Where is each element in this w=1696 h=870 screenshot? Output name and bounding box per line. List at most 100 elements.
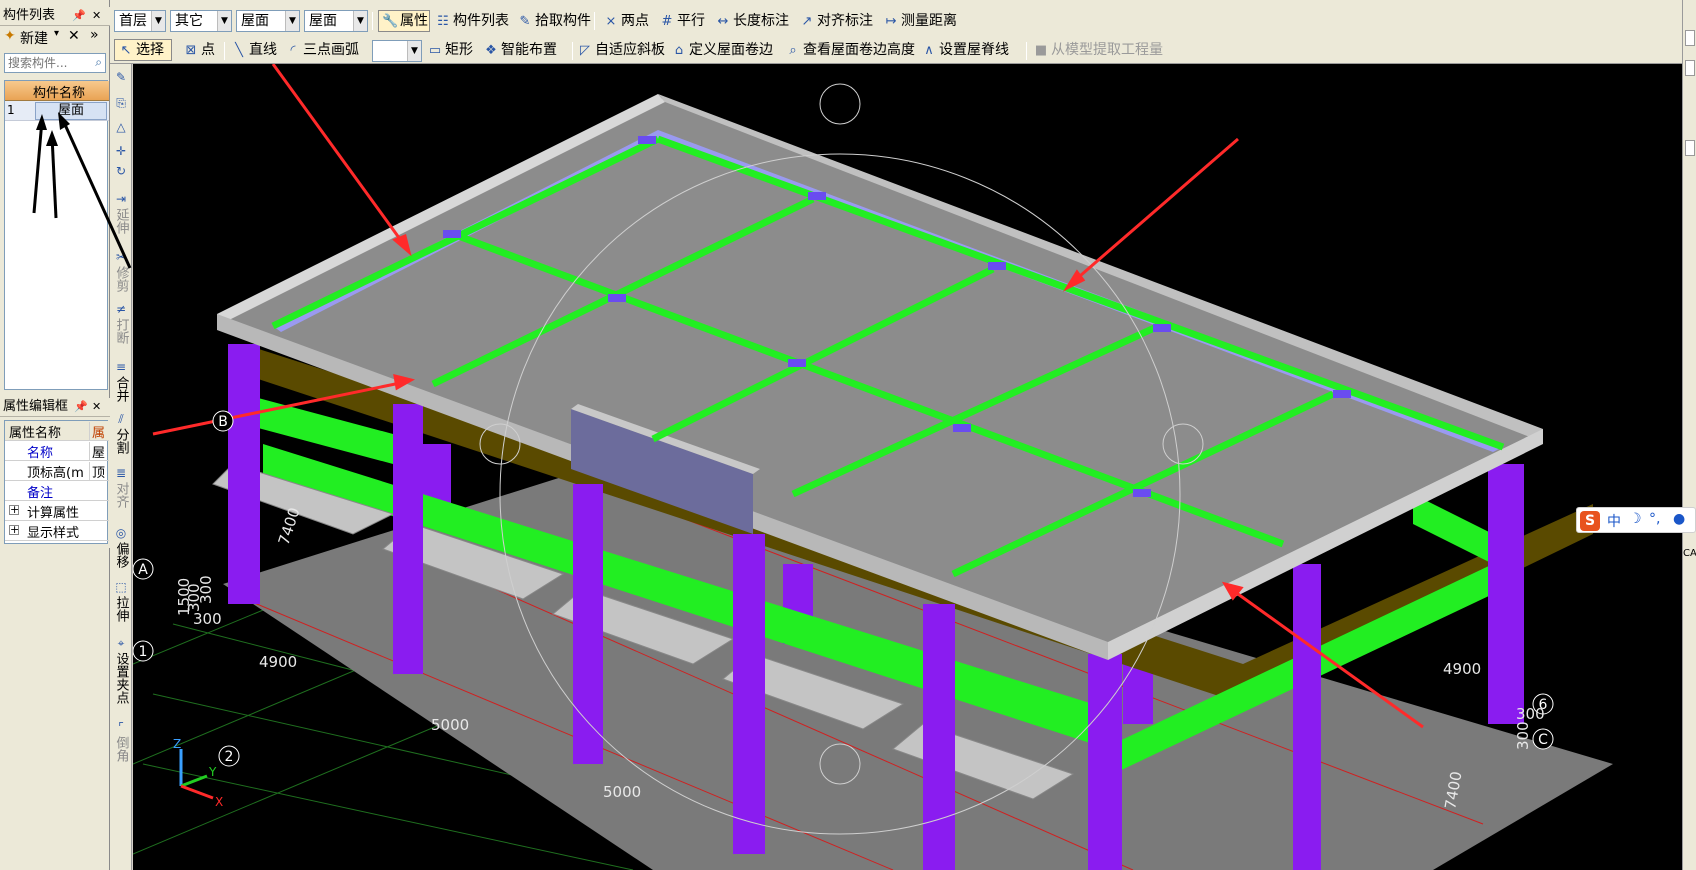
chevron-down-icon[interactable]: ▼ bbox=[285, 11, 299, 31]
punctuation-icon[interactable]: °, bbox=[1649, 511, 1660, 527]
define-roof-edge-button[interactable]: ⌂ 定义屋面卷边 bbox=[668, 39, 782, 61]
expand-icon[interactable]: + bbox=[9, 524, 19, 535]
arrow bbox=[271, 64, 407, 247]
toolbar-separator bbox=[372, 12, 373, 30]
measure-icon: ↦ bbox=[885, 14, 897, 29]
model-scene[interactable]: A 1 2 B 6 C 4900 5000 5000 7400 1500 300… bbox=[133, 64, 1682, 870]
property-key: 名称 bbox=[27, 446, 54, 461]
chevron-down-icon[interactable]: ▼ bbox=[151, 11, 165, 31]
column bbox=[393, 404, 423, 674]
pick-component-button[interactable]: ✎ 拾取构件 bbox=[514, 10, 594, 32]
align-dim-label: 对齐标注 bbox=[817, 13, 873, 29]
property-row-top-elevation[interactable]: 顶标高(m 顶 bbox=[5, 461, 109, 481]
property-row-name[interactable]: 名称 屋 bbox=[5, 441, 109, 461]
align-dimension-button[interactable]: ↗ 对齐标注 bbox=[796, 10, 880, 32]
length-dimension-button[interactable]: ↔ 长度标注 bbox=[712, 10, 796, 32]
floor-select[interactable]: 首层 ▼ bbox=[114, 10, 166, 32]
pin-icon[interactable]: 📌 bbox=[74, 398, 88, 416]
pin-icon[interactable]: 📌 bbox=[72, 7, 86, 25]
new-button[interactable]: 新建 bbox=[20, 28, 48, 48]
ucs-x-label: X bbox=[215, 795, 223, 809]
close-icon[interactable]: ✕ bbox=[92, 398, 101, 416]
3d-viewport[interactable]: A 1 2 B 6 C 4900 5000 5000 7400 1500 300… bbox=[133, 64, 1682, 870]
arc-label: 三点画弧 bbox=[303, 42, 359, 58]
moon-icon[interactable]: ☽ bbox=[1629, 511, 1642, 527]
new-dropdown-arrow-icon[interactable]: ▾ bbox=[54, 28, 59, 39]
rectangle-button[interactable]: ▭ 矩形 bbox=[424, 39, 478, 61]
properties-button[interactable]: 🔧 属性 bbox=[378, 10, 430, 32]
measure-distance-button[interactable]: ↦ 测量距离 bbox=[880, 10, 970, 32]
close-icon[interactable]: ✕ bbox=[92, 7, 101, 25]
ca-tab[interactable]: CA bbox=[1683, 548, 1696, 559]
parallel-button[interactable]: # 平行 bbox=[656, 10, 712, 32]
dock-tab[interactable] bbox=[1685, 60, 1695, 76]
type-select[interactable]: 其它 ▼ bbox=[170, 10, 232, 32]
brush-tool[interactable]: ✎ bbox=[110, 70, 132, 86]
property-value[interactable]: 顶 bbox=[89, 462, 109, 480]
ime-language-toggle[interactable]: 中 bbox=[1607, 511, 1621, 531]
align-icon: ≣ bbox=[115, 466, 127, 480]
ucs-y-label: Y bbox=[208, 765, 217, 779]
set-ridge-line-button[interactable]: ∧ 设置屋脊线 bbox=[918, 39, 1026, 61]
microphone-icon[interactable]: ● bbox=[1673, 511, 1685, 527]
split-label: 分割 bbox=[113, 428, 129, 454]
draw-mode-select[interactable]: ▼ bbox=[372, 40, 422, 62]
parallel-label: 平行 bbox=[677, 13, 705, 29]
dim-5000-a: 5000 bbox=[431, 716, 469, 734]
instance-select[interactable]: 屋面 ▼ bbox=[304, 10, 368, 32]
chamfer-tool[interactable]: ⌜ 倒角 bbox=[110, 720, 132, 766]
toolbar-separator bbox=[1026, 42, 1027, 60]
component-select[interactable]: 屋面 ▼ bbox=[236, 10, 300, 32]
line-button[interactable]: ╲ 直线 bbox=[228, 39, 282, 61]
delete-icon[interactable]: ✕ bbox=[68, 28, 80, 44]
chevron-down-icon[interactable]: ▼ bbox=[353, 11, 367, 31]
chevron-down-icon[interactable]: ▼ bbox=[407, 41, 421, 61]
align-tool[interactable]: ≣ 对齐 bbox=[110, 466, 132, 512]
parallel-icon: # bbox=[661, 14, 673, 29]
offset-tool[interactable]: ◎ 偏移 bbox=[110, 526, 132, 572]
ime-toolbar[interactable]: S 中 ☽ °, ● bbox=[1576, 507, 1696, 533]
align-dimension-icon: ↗ bbox=[801, 14, 813, 29]
line-label: 直线 bbox=[249, 42, 277, 58]
property-row-remark[interactable]: 备注 bbox=[5, 481, 109, 501]
property-row-display[interactable]: + 显示样式 bbox=[5, 521, 109, 541]
axis-label-b: B bbox=[218, 414, 228, 430]
smart-layout-label: 智能布置 bbox=[501, 42, 557, 58]
break-tool[interactable]: ≠ 打断 bbox=[110, 302, 132, 348]
extract-quantity-button[interactable]: ■ 从模型提取工程量 bbox=[1030, 39, 1170, 61]
dock-tab[interactable] bbox=[1685, 140, 1695, 156]
dim-300-right: 300 bbox=[1516, 705, 1545, 723]
more-icon[interactable]: » bbox=[90, 27, 99, 43]
ime-logo-icon[interactable]: S bbox=[1580, 511, 1600, 531]
left-annotation-arrows bbox=[32, 112, 132, 269]
view-roof-edge-height-button[interactable]: ⌕ 查看屋面卷边高度 bbox=[782, 39, 918, 61]
stretch-tool[interactable]: ⬚ 拉伸 bbox=[110, 580, 132, 626]
smart-layout-button[interactable]: ❖ 智能布置 bbox=[480, 39, 570, 61]
new-icon: ✦ bbox=[4, 28, 16, 44]
search-icon[interactable]: ⌕ bbox=[95, 55, 102, 70]
two-point-button[interactable]: ⨯ 两点 bbox=[600, 10, 656, 32]
merge-tool[interactable]: ≡ 合并 bbox=[110, 360, 132, 406]
expand-icon[interactable]: + bbox=[9, 504, 19, 515]
search-input[interactable] bbox=[5, 54, 87, 72]
adaptive-slope-button[interactable]: ◸ 自适应斜板 bbox=[574, 39, 668, 61]
three-point-arc-button[interactable]: ◜ 三点画弧 bbox=[282, 39, 374, 61]
offset-label: 偏移 bbox=[113, 542, 129, 568]
property-row-calc[interactable]: + 计算属性 bbox=[5, 501, 109, 521]
align-label: 对齐 bbox=[113, 482, 129, 508]
two-point-label: 两点 bbox=[621, 13, 649, 29]
properties-icon: 🔧 bbox=[382, 14, 399, 29]
property-value[interactable]: 屋 bbox=[89, 442, 109, 460]
split-tool[interactable]: ⫽ 分割 bbox=[110, 412, 132, 458]
component-list-button[interactable]: ☷ 构件列表 bbox=[432, 10, 512, 32]
property-editor-title: 属性编辑框 bbox=[3, 399, 69, 414]
set-grip-tool[interactable]: ⌖ 设置夹点 bbox=[110, 636, 132, 708]
chevron-down-icon[interactable]: ▼ bbox=[217, 11, 231, 31]
point-button[interactable]: ⊠ 点 bbox=[180, 39, 222, 61]
dock-tab[interactable] bbox=[1685, 30, 1695, 46]
property-grid: 属性名称 属 名称 屋 顶标高(m 顶 备注 + 计算属性 + 显示样式 bbox=[4, 420, 109, 544]
toolbar-draw: ↖ 选择 ⊠ 点 ╲ 直线 ◜ 三点画弧 ▼ ▭ 矩形 ❖ 智能布置 ◸ 自适应斜板 ⌂ 定义屋… bbox=[110, 38, 1696, 64]
line-icon: ╲ bbox=[235, 43, 243, 58]
select-button[interactable]: ↖ 选择 bbox=[114, 39, 172, 61]
component-list-label: 构件列表 bbox=[453, 13, 509, 29]
